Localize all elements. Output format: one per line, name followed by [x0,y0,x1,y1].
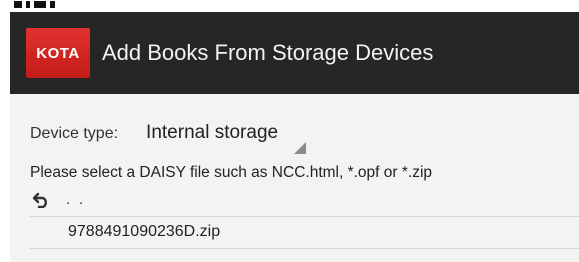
status-bar [0,0,579,12]
main-content: Device type: Internal storage Please sel… [10,94,579,262]
app-window: KOTA Add Books From Storage Devices Devi… [0,0,579,262]
page-title: Add Books From Storage Devices [102,40,434,65]
parent-directory-label: . . [66,191,86,208]
app-bar: KOTA Add Books From Storage Devices [10,12,579,94]
status-icons [14,0,55,8]
device-type-value: Internal storage [146,122,279,143]
list-divider [30,216,579,217]
app-logo: KOTA [26,28,90,78]
device-type-label: Device type: [30,125,119,142]
file-name: 9788491090236D.zip [68,223,221,240]
back-arrow-icon [30,191,52,209]
device-type-row: Device type: Internal storage [30,122,308,154]
list-divider [30,248,579,249]
dropdown-corner-icon [294,142,307,154]
parent-directory-item[interactable]: . . [30,189,579,211]
device-type-select[interactable]: Internal storage [146,122,308,154]
list-item[interactable]: 9788491090236D.zip [30,218,579,246]
instruction-text: Please select a DAISY file such as NCC.h… [30,164,433,181]
